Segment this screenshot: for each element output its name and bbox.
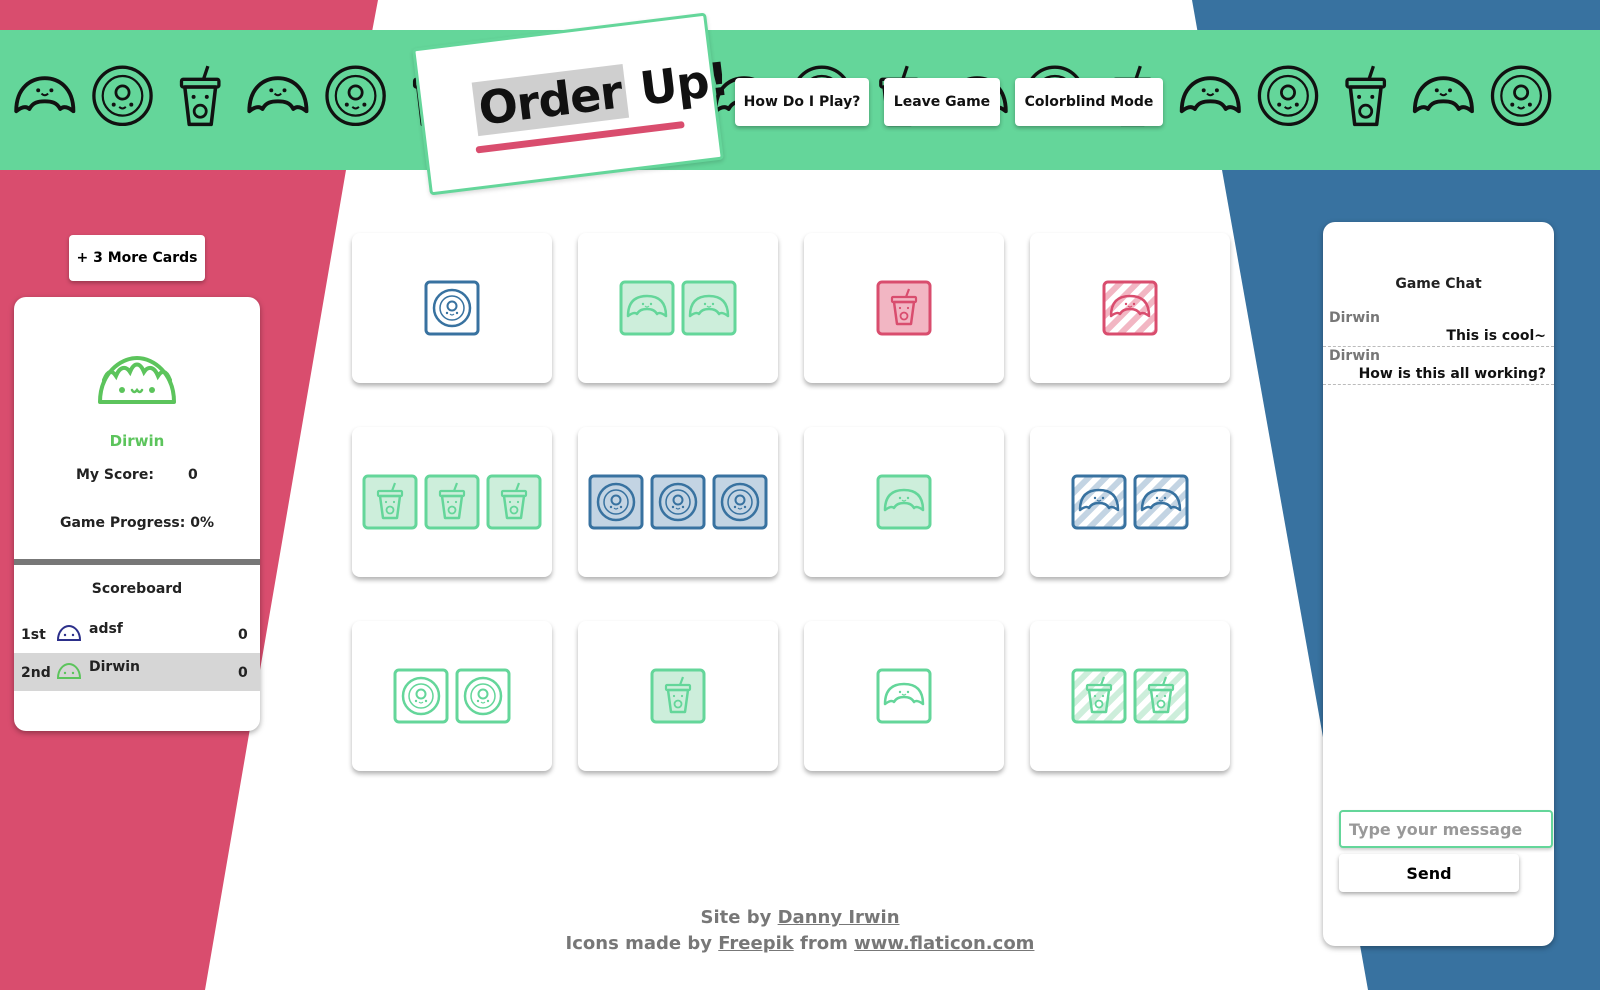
cup-tile-icon	[876, 280, 932, 336]
chat-title: Game Chat	[1395, 276, 1482, 292]
logo-up: Up!	[637, 51, 732, 116]
card-tiles	[804, 233, 1004, 383]
game-card[interactable]	[578, 427, 778, 577]
game-card[interactable]	[804, 427, 1004, 577]
donut-tile-icon	[393, 668, 449, 724]
footer-from: from	[800, 933, 848, 954]
game-card[interactable]	[804, 233, 1004, 383]
croissant-tile-icon	[876, 474, 932, 530]
taco-icon	[56, 624, 82, 641]
card-tiles	[1030, 427, 1230, 577]
donut-tile-icon	[455, 668, 511, 724]
croissant-tile-icon	[1133, 474, 1189, 530]
game-card[interactable]	[352, 233, 552, 383]
game-card[interactable]	[1030, 233, 1230, 383]
player-name: Dirwin	[109, 432, 165, 450]
croissant-tile-icon	[681, 280, 737, 336]
croissant-tile-icon	[619, 280, 675, 336]
chat-message: Dirwin This is cool~	[1323, 310, 1554, 347]
author-link[interactable]: Danny Irwin	[778, 907, 900, 928]
game-card[interactable]	[1030, 621, 1230, 771]
footer-credit-site: Site by Danny Irwin	[0, 907, 1600, 928]
my-score-label: My Score:	[76, 467, 154, 483]
scoreboard-player-name: adsf	[89, 621, 123, 637]
game-card[interactable]	[1030, 427, 1230, 577]
cup-tile-icon	[1071, 668, 1127, 724]
card-tiles	[352, 427, 552, 577]
more-cards-button[interactable]: + 3 More Cards	[69, 235, 205, 281]
taco-icon	[56, 662, 82, 679]
card-tiles	[1030, 233, 1230, 383]
taco-icon	[98, 356, 176, 404]
leave-game-button[interactable]: Leave Game	[884, 78, 1000, 126]
player-panel: Dirwin My Score: 0 Game Progress: 0% Sco…	[14, 297, 260, 731]
donut-tile-icon	[424, 280, 480, 336]
cup-tile-icon	[486, 474, 542, 530]
donut-tile-icon	[588, 474, 644, 530]
my-score-value: 0	[188, 467, 198, 483]
card-tiles	[1030, 621, 1230, 771]
card-tiles	[578, 427, 778, 577]
card-tiles	[804, 621, 1004, 771]
logo-text: Order Up!	[471, 51, 732, 137]
scoreboard-row: 1st adsf 0	[14, 615, 260, 653]
donut-tile-icon	[650, 474, 706, 530]
card-tiles	[352, 233, 552, 383]
game-card[interactable]	[578, 621, 778, 771]
chat-text: This is cool~	[1446, 328, 1546, 344]
cup-tile-icon	[650, 668, 706, 724]
scoreboard-score: 0	[238, 665, 248, 681]
scoreboard-rank: 1st	[21, 627, 46, 643]
croissant-tile-icon	[1102, 280, 1158, 336]
croissant-tile-icon	[1071, 474, 1127, 530]
footer-icons-made-by: Icons made by	[565, 933, 712, 954]
game-card[interactable]	[578, 233, 778, 383]
divider	[14, 559, 260, 565]
footer-site-by: Site by	[700, 907, 772, 928]
freepik-link[interactable]: Freepik	[718, 933, 793, 954]
scoreboard-player-name: Dirwin	[89, 659, 141, 675]
croissant-tile-icon	[876, 668, 932, 724]
scoreboard-row: 2nd Dirwin 0	[14, 653, 260, 691]
card-tiles	[578, 621, 778, 771]
cup-tile-icon	[424, 474, 480, 530]
donut-tile-icon	[712, 474, 768, 530]
chat-author: Dirwin	[1329, 348, 1381, 364]
scoreboard-score: 0	[238, 627, 248, 643]
chat-message: Dirwin How is this all working?	[1323, 348, 1554, 385]
game-card[interactable]	[352, 621, 552, 771]
flaticon-link[interactable]: www.flaticon.com	[854, 933, 1034, 954]
chat-panel: Game Chat Dirwin This is cool~ Dirwin Ho…	[1323, 222, 1554, 946]
card-tiles	[352, 621, 552, 771]
game-card[interactable]	[804, 621, 1004, 771]
scoreboard-title: Scoreboard	[91, 581, 183, 597]
card-tiles	[578, 233, 778, 383]
send-button[interactable]: Send	[1339, 854, 1519, 892]
chat-text: How is this all working?	[1358, 366, 1546, 382]
colorblind-mode-button[interactable]: Colorblind Mode	[1015, 78, 1163, 126]
cup-tile-icon	[362, 474, 418, 530]
how-to-play-button[interactable]: How Do I Play?	[735, 78, 869, 126]
game-progress: Game Progress: 0%	[59, 515, 214, 531]
footer-credit-icons: Icons made by Freepik from www.flaticon.…	[0, 933, 1600, 954]
scoreboard-rank: 2nd	[21, 665, 51, 681]
chat-author: Dirwin	[1329, 310, 1381, 326]
game-card[interactable]	[352, 427, 552, 577]
card-tiles	[804, 427, 1004, 577]
chat-message-input[interactable]	[1339, 810, 1553, 848]
logo-order: Order	[471, 64, 629, 137]
cup-tile-icon	[1133, 668, 1189, 724]
